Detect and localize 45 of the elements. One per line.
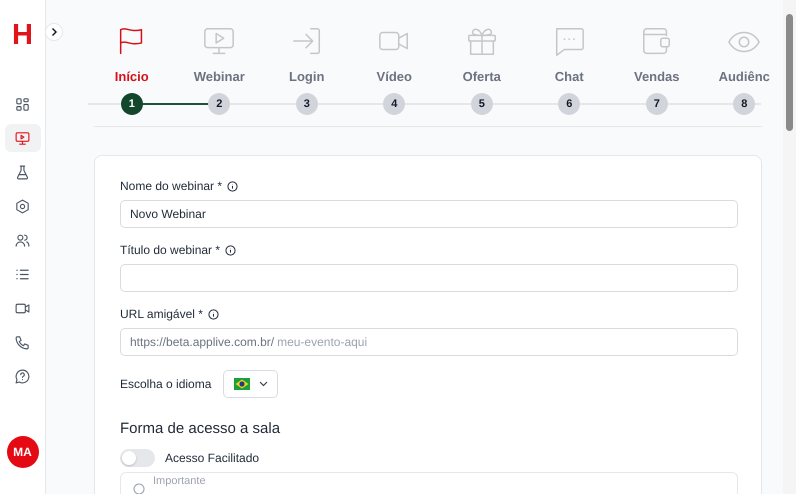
sidebar-nav-item[interactable] — [4, 124, 40, 152]
flag-icon — [234, 378, 250, 390]
monitor-play-icon — [14, 130, 31, 146]
url-prefix: https://beta.applive.com.br/ — [130, 335, 274, 349]
step-tab[interactable]: Início — [114, 69, 149, 85]
step-number[interactable]: 2 — [208, 93, 230, 115]
step-tab[interactable]: Oferta — [462, 69, 501, 85]
step-number[interactable]: 4 — [383, 93, 406, 115]
step-number[interactable]: 3 — [296, 93, 318, 115]
step-tab[interactable]: Audiênc — [718, 69, 770, 85]
flask-icon — [14, 164, 31, 180]
step-tab[interactable]: Vendas — [634, 69, 680, 85]
step-number[interactable]: 8 — [733, 93, 756, 115]
grid-icon — [14, 96, 31, 112]
notice-title: Importante — [153, 475, 206, 488]
step-tab[interactable]: Login — [289, 69, 324, 85]
people-icon — [14, 232, 31, 248]
text-field[interactable]: Novo Webinar — [120, 200, 738, 228]
phone-icon — [14, 334, 31, 350]
expand-sidebar-button[interactable] — [45, 23, 63, 41]
step-tab[interactable]: Webinar — [194, 69, 245, 85]
brand-logo[interactable]: H — [12, 18, 33, 52]
text-field[interactable] — [120, 264, 738, 292]
language-label: Escolha o idioma — [120, 377, 212, 391]
help-chat-icon — [14, 368, 31, 384]
toggle-switch[interactable] — [120, 449, 155, 467]
field-label: Título do webinar * — [120, 243, 220, 257]
url-slug-input[interactable]: meu-evento-aqui — [277, 332, 728, 352]
step-tab[interactable]: Chat — [554, 69, 584, 85]
field-label: URL amigável * — [120, 307, 203, 321]
language-select[interactable] — [223, 370, 278, 398]
step-number[interactable]: 5 — [470, 93, 493, 115]
chevron-right-icon — [49, 27, 59, 37]
section-heading: Forma de acesso a sala — [120, 419, 282, 439]
step-number[interactable]: 7 — [646, 93, 668, 115]
field-label: Nome do webinar * — [120, 179, 222, 193]
hexagon-icon — [14, 198, 31, 214]
url-field[interactable]: https://beta.applive.com.br/ meu-evento-aqui — [120, 328, 738, 356]
toggle-label: Acesso Facilitado — [165, 451, 260, 465]
scrollbar-thumb[interactable] — [786, 14, 793, 131]
step-number[interactable]: 1 — [120, 93, 143, 115]
step-number[interactable]: 6 — [558, 93, 580, 115]
user-avatar[interactable]: MA — [6, 436, 38, 468]
step-tab[interactable]: Vídeo — [376, 69, 412, 85]
chevron-down-icon — [258, 381, 268, 387]
